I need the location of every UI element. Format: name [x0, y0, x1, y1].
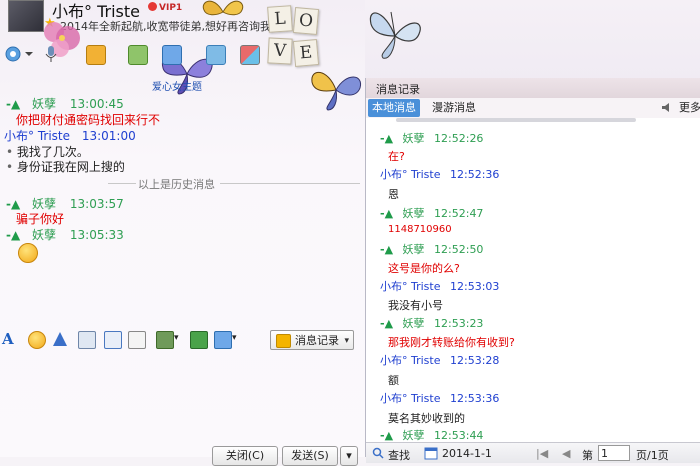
file-transfer-icon[interactable] — [86, 45, 106, 65]
history-entry-header: -▲ 妖孽 12:53:23 — [380, 317, 484, 330]
apps-icon[interactable] — [206, 45, 226, 65]
history-entry-text: 额 — [388, 374, 399, 387]
screenshot-icon[interactable] — [78, 331, 96, 349]
contact-triangle-icon: -▲ — [380, 132, 394, 145]
butterfly-icon — [202, 0, 244, 16]
history-entry-text: 莫名其妙收到的 — [388, 412, 465, 425]
history-entry-text: 在? — [388, 150, 405, 163]
gift-icon[interactable] — [190, 331, 208, 349]
message-history-panel: 消息记录 本地消息 漫游消息 更多 -▲ 妖孽 12:52:26 在? 小布° … — [365, 78, 700, 463]
prev-page-button[interactable]: ◀ — [562, 447, 570, 460]
voice-message-icon[interactable] — [104, 331, 122, 349]
history-footer: 查找 2014-1-1 |◀ ◀ 第 1 页/1页 — [366, 442, 700, 463]
avatar[interactable] — [8, 0, 44, 32]
history-entry-header: 小布° Triste 12:52:36 — [380, 168, 500, 181]
contact-triangle-icon: -▲ — [6, 97, 21, 111]
message-record-button[interactable]: 消息记录 ▾ — [270, 330, 354, 350]
butterfly-icon — [311, 72, 362, 111]
love-tile-e: E — [292, 39, 320, 67]
search-button[interactable]: 查找 — [388, 447, 410, 463]
history-entry-text: 那我刚才转账给你有收到? — [388, 336, 515, 349]
history-entry-header: -▲ 妖孽 12:52:26 — [380, 132, 484, 145]
history-entry-text: 恩 — [388, 188, 399, 201]
sender-name: 妖孽 — [32, 228, 57, 242]
message-text: 你把财付通密码找回来行不 — [16, 113, 161, 127]
page-suffix: 页/1页 — [636, 449, 669, 462]
history-entry-text: 我没有小号 — [388, 299, 443, 312]
message-record-icon — [276, 334, 291, 348]
history-panel-titlebar: 消息记录 — [366, 78, 700, 99]
contact-triangle-icon: -▲ — [380, 317, 394, 330]
contact-triangle-icon: -▲ — [6, 197, 21, 211]
love-tile-l: L — [267, 5, 293, 33]
chevron-down-icon: ▾ — [344, 336, 349, 346]
speaker-icon[interactable] — [661, 102, 673, 113]
history-tabs: 本地消息 漫游消息 更多 — [366, 98, 700, 118]
message-time: 13:01:00 — [81, 129, 136, 143]
close-button[interactable]: 关闭(C) — [212, 446, 278, 466]
image-dropdown-icon[interactable]: ▾ — [174, 333, 179, 343]
history-entry-header: 小布° Triste 12:53:36 — [380, 392, 500, 405]
theme-link[interactable]: 爱心女主题 — [152, 78, 202, 93]
contact-triangle-icon: -▲ — [380, 207, 394, 220]
remote-assist-icon[interactable] — [128, 45, 148, 65]
tab-roaming-messages[interactable]: 漫游消息 — [428, 99, 480, 117]
message-header: -▲ 妖孽 13:05:33 — [6, 226, 124, 243]
history-entry-text: 这号是你的么? — [388, 262, 460, 275]
screen-share-small-icon[interactable] — [214, 331, 232, 349]
message-header: 小布° Triste 13:01:00 — [4, 127, 136, 144]
history-entry-header: 小布° Triste 12:53:28 — [380, 354, 500, 367]
contact-triangle-icon: -▲ — [380, 429, 394, 442]
history-entry-header: -▲ 妖孽 12:52:47 — [380, 207, 484, 220]
history-entry-text: 1148710960 — [388, 224, 452, 235]
send-button[interactable]: 发送(S) — [282, 446, 338, 466]
magic-expression-icon[interactable] — [52, 331, 68, 347]
vip-icon — [148, 2, 157, 11]
history-entry-header: -▲ 妖孽 12:52:50 — [380, 243, 484, 256]
message-header: -▲ 妖孽 13:00:45 — [6, 95, 124, 112]
sender-name: 小布° Triste — [4, 129, 70, 143]
search-icon[interactable] — [372, 447, 384, 459]
contact-triangle-icon: -▲ — [6, 228, 21, 242]
history-entry-header: -▲ 妖孽 12:53:44 — [380, 429, 484, 442]
emoji-icon[interactable] — [28, 331, 46, 349]
date-selector[interactable]: 2014-1-1 — [442, 447, 492, 460]
font-icon[interactable]: A — [2, 331, 18, 347]
butterfly-icon — [369, 11, 421, 59]
sender-name: 妖孽 — [32, 197, 57, 211]
emoji-thinking-icon — [18, 243, 38, 263]
contact-signature: 2014年全新起航,收宽带徒弟,想好再咨询我哦 — [60, 20, 282, 33]
calendar-icon[interactable] — [424, 446, 438, 460]
tab-local-messages[interactable]: 本地消息 — [368, 99, 420, 117]
more-apps-icon[interactable] — [240, 45, 260, 65]
video-call-icon[interactable] — [4, 45, 22, 63]
image-icon[interactable] — [156, 331, 174, 349]
voice-call-icon[interactable] — [44, 45, 58, 63]
doodle-icon[interactable] — [128, 331, 146, 349]
vip-badge[interactable]: VIP1 — [148, 2, 182, 13]
page-prefix: 第 — [582, 449, 593, 462]
love-tile-v: V — [267, 37, 293, 65]
screen-share-icon[interactable] — [162, 45, 182, 65]
message-time: 13:05:33 — [69, 228, 124, 242]
sender-name: 妖孽 — [32, 97, 57, 111]
video-dropdown-icon[interactable] — [24, 48, 34, 60]
message-text: 骗子你好 — [16, 212, 65, 226]
message-text: 身份证我在网上搜的 — [6, 158, 125, 175]
page-number-input[interactable]: 1 — [598, 445, 630, 461]
love-tile-o: O — [292, 7, 320, 35]
more-button[interactable]: 更多 — [679, 99, 700, 117]
scroll-indicator — [396, 118, 636, 122]
send-options-button[interactable]: ▾ — [340, 446, 358, 466]
message-time: 13:00:45 — [69, 97, 124, 111]
message-time: 13:03:57 — [69, 197, 124, 211]
first-page-button[interactable]: |◀ — [536, 447, 548, 460]
history-entry-header: 小布° Triste 12:53:03 — [380, 280, 500, 293]
vip-label: VIP1 — [159, 3, 183, 13]
contact-triangle-icon: -▲ — [380, 243, 394, 256]
screen-share-dropdown-icon[interactable]: ▾ — [232, 333, 237, 343]
